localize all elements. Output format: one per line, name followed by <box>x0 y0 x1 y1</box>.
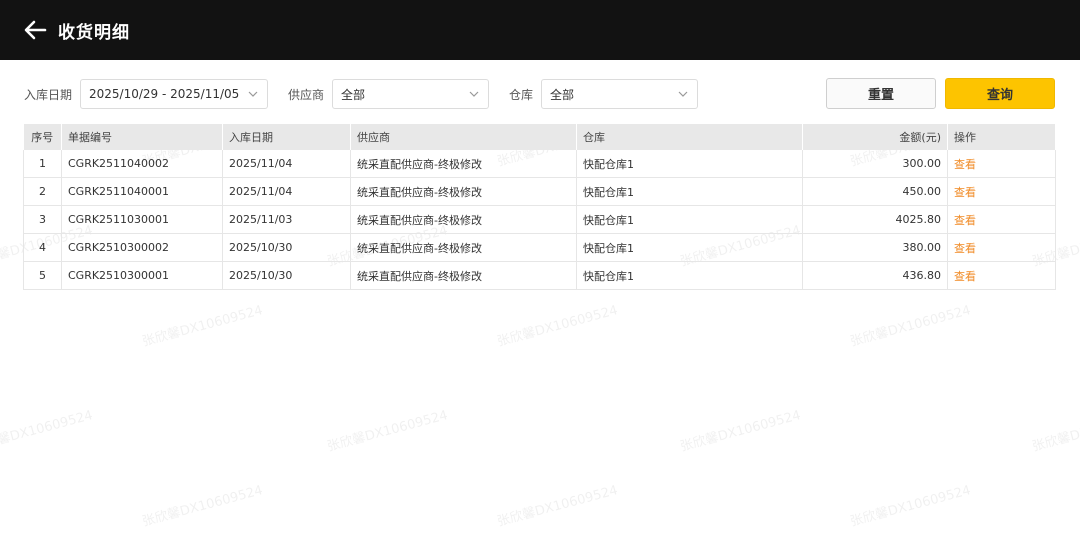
cell-action: 查看 <box>947 261 1056 290</box>
receipt-table: 序号 单据编号 入库日期 供应商 仓库 金额(元) 操作 1 CGRK25110… <box>23 124 1056 290</box>
table-row: 5 CGRK2510300001 2025/10/30 统采直配供应商-终极修改… <box>23 261 1056 290</box>
cell-date: 2025/10/30 <box>222 261 351 290</box>
table-row: 1 CGRK2511040002 2025/11/04 统采直配供应商-终极修改… <box>23 150 1056 178</box>
cell-date: 2025/11/04 <box>222 177 351 206</box>
view-link[interactable]: 查看 <box>954 242 976 255</box>
column-header-supplier: 供应商 <box>350 124 577 150</box>
watermark: 张欣馨DX10609524 <box>848 303 973 350</box>
cell-warehouse: 快配仓库1 <box>576 205 803 234</box>
date-range-picker[interactable]: 2025/10/29 - 2025/11/05 <box>80 79 269 109</box>
cell-warehouse: 快配仓库1 <box>576 233 803 262</box>
cell-action: 查看 <box>947 177 1056 206</box>
cell-action: 查看 <box>947 233 1056 262</box>
cell-doc-no: CGRK2510300002 <box>61 233 223 262</box>
page-title: 收货明细 <box>58 22 130 43</box>
back-button[interactable] <box>18 13 52 47</box>
warehouse-filter-label: 仓库 <box>509 87 534 102</box>
supplier-select[interactable]: 全部 <box>332 79 490 109</box>
cell-amount: 4025.80 <box>802 205 948 234</box>
cell-amount: 300.00 <box>802 150 948 178</box>
date-filter-label: 入库日期 <box>24 87 73 102</box>
cell-warehouse: 快配仓库1 <box>576 150 803 178</box>
column-header-doc-no: 单据编号 <box>61 124 223 150</box>
supplier-select-value: 全部 <box>341 87 366 102</box>
cell-doc-no: CGRK2511040002 <box>61 150 223 178</box>
cell-action: 查看 <box>947 150 1056 178</box>
cell-amount: 380.00 <box>802 233 948 262</box>
cell-doc-no: CGRK2510300001 <box>61 261 223 290</box>
top-bar: 收货明细 <box>0 0 1080 60</box>
cell-supplier: 统采直配供应商-终极修改 <box>350 261 577 290</box>
cell-supplier: 统采直配供应商-终极修改 <box>350 205 577 234</box>
view-link[interactable]: 查看 <box>954 270 976 283</box>
arrow-left-icon <box>24 20 47 40</box>
cell-date: 2025/11/04 <box>222 150 351 178</box>
reset-button[interactable]: 重置 <box>826 78 936 109</box>
filter-bar: 入库日期 2025/10/29 - 2025/11/05 供应商 全部 仓库 全… <box>24 78 699 110</box>
view-link[interactable]: 查看 <box>954 214 976 227</box>
chevron-down-icon <box>678 91 688 97</box>
column-header-action: 操作 <box>947 124 1056 150</box>
view-link[interactable]: 查看 <box>954 158 976 171</box>
warehouse-select-value: 全部 <box>550 87 575 102</box>
watermark: 张欣馨DX10609524 <box>140 303 265 350</box>
table-row: 4 CGRK2510300002 2025/10/30 统采直配供应商-终极修改… <box>23 233 1056 262</box>
column-header-warehouse: 仓库 <box>576 124 803 150</box>
cell-warehouse: 快配仓库1 <box>576 177 803 206</box>
column-header-date: 入库日期 <box>222 124 351 150</box>
warehouse-select[interactable]: 全部 <box>541 79 699 109</box>
watermark: 张欣馨DX10609524 <box>140 483 265 530</box>
cell-action: 查看 <box>947 205 1056 234</box>
app-root: 张欣馨DX10609524 张欣馨DX10609524 张欣馨DX1060952… <box>0 0 1080 538</box>
watermark: 张欣馨DX10609524 <box>495 303 620 350</box>
cell-doc-no: CGRK2511030001 <box>61 205 223 234</box>
cell-index: 1 <box>23 150 62 178</box>
chevron-down-icon <box>248 91 258 97</box>
cell-date: 2025/11/03 <box>222 205 351 234</box>
table-header-row: 序号 单据编号 入库日期 供应商 仓库 金额(元) 操作 <box>23 124 1056 150</box>
cell-index: 4 <box>23 233 62 262</box>
watermark: 张欣馨DX10609524 <box>678 408 803 455</box>
chevron-down-icon <box>469 91 479 97</box>
cell-amount: 450.00 <box>802 177 948 206</box>
column-header-index: 序号 <box>23 124 62 150</box>
watermark: 张欣馨DX10609524 <box>1030 408 1080 455</box>
watermark: 张欣馨DX10609524 <box>0 408 95 455</box>
cell-supplier: 统采直配供应商-终极修改 <box>350 150 577 178</box>
view-link[interactable]: 查看 <box>954 186 976 199</box>
date-range-value: 2025/10/29 - 2025/11/05 <box>89 87 240 101</box>
table-row: 2 CGRK2511040001 2025/11/04 统采直配供应商-终极修改… <box>23 177 1056 206</box>
column-header-amount: 金额(元) <box>802 124 948 150</box>
cell-index: 3 <box>23 205 62 234</box>
table-row: 3 CGRK2511030001 2025/11/03 统采直配供应商-终极修改… <box>23 205 1056 234</box>
cell-supplier: 统采直配供应商-终极修改 <box>350 233 577 262</box>
cell-index: 5 <box>23 261 62 290</box>
cell-doc-no: CGRK2511040001 <box>61 177 223 206</box>
supplier-filter-label: 供应商 <box>288 87 325 102</box>
cell-amount: 436.80 <box>802 261 948 290</box>
query-button[interactable]: 查询 <box>945 78 1055 109</box>
watermark: 张欣馨DX10609524 <box>325 408 450 455</box>
cell-supplier: 统采直配供应商-终极修改 <box>350 177 577 206</box>
cell-index: 2 <box>23 177 62 206</box>
cell-date: 2025/10/30 <box>222 233 351 262</box>
watermark: 张欣馨DX10609524 <box>495 483 620 530</box>
cell-warehouse: 快配仓库1 <box>576 261 803 290</box>
watermark: 张欣馨DX10609524 <box>848 483 973 530</box>
